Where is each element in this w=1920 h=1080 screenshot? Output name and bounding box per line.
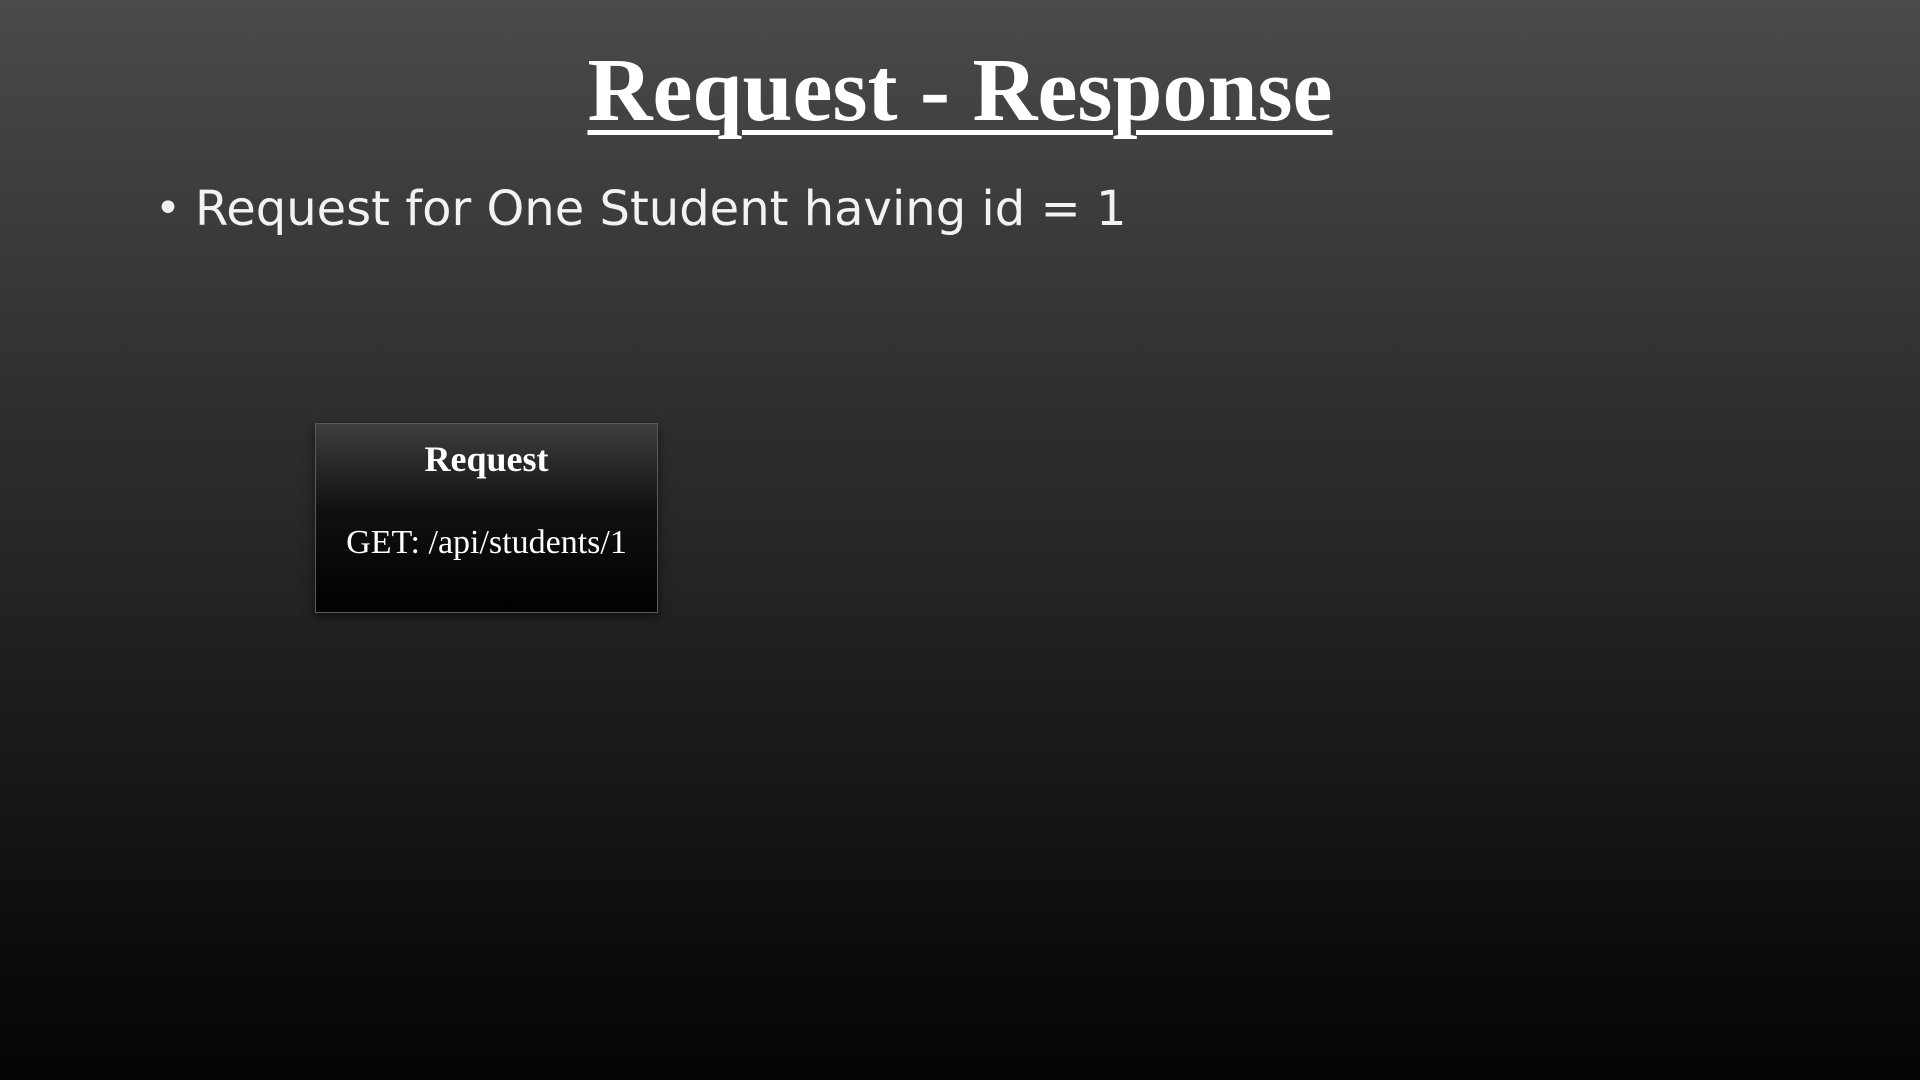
request-box-heading: Request [424, 439, 549, 479]
request-box-endpoint: GET: /api/students/1 [346, 524, 627, 561]
bullet-list: • Request for One Student having id = 1 [155, 174, 1127, 244]
slide-title: Request - Response [587, 41, 1333, 140]
request-box: Request GET: /api/students/1 [315, 423, 658, 613]
bullet-text: Request for One Student having id = 1 [195, 181, 1127, 237]
bullet-icon: • [155, 183, 181, 234]
slide: Request - Response • Request for One Stu… [0, 0, 1920, 1080]
bullet-item: • Request for One Student having id = 1 [155, 174, 1127, 244]
